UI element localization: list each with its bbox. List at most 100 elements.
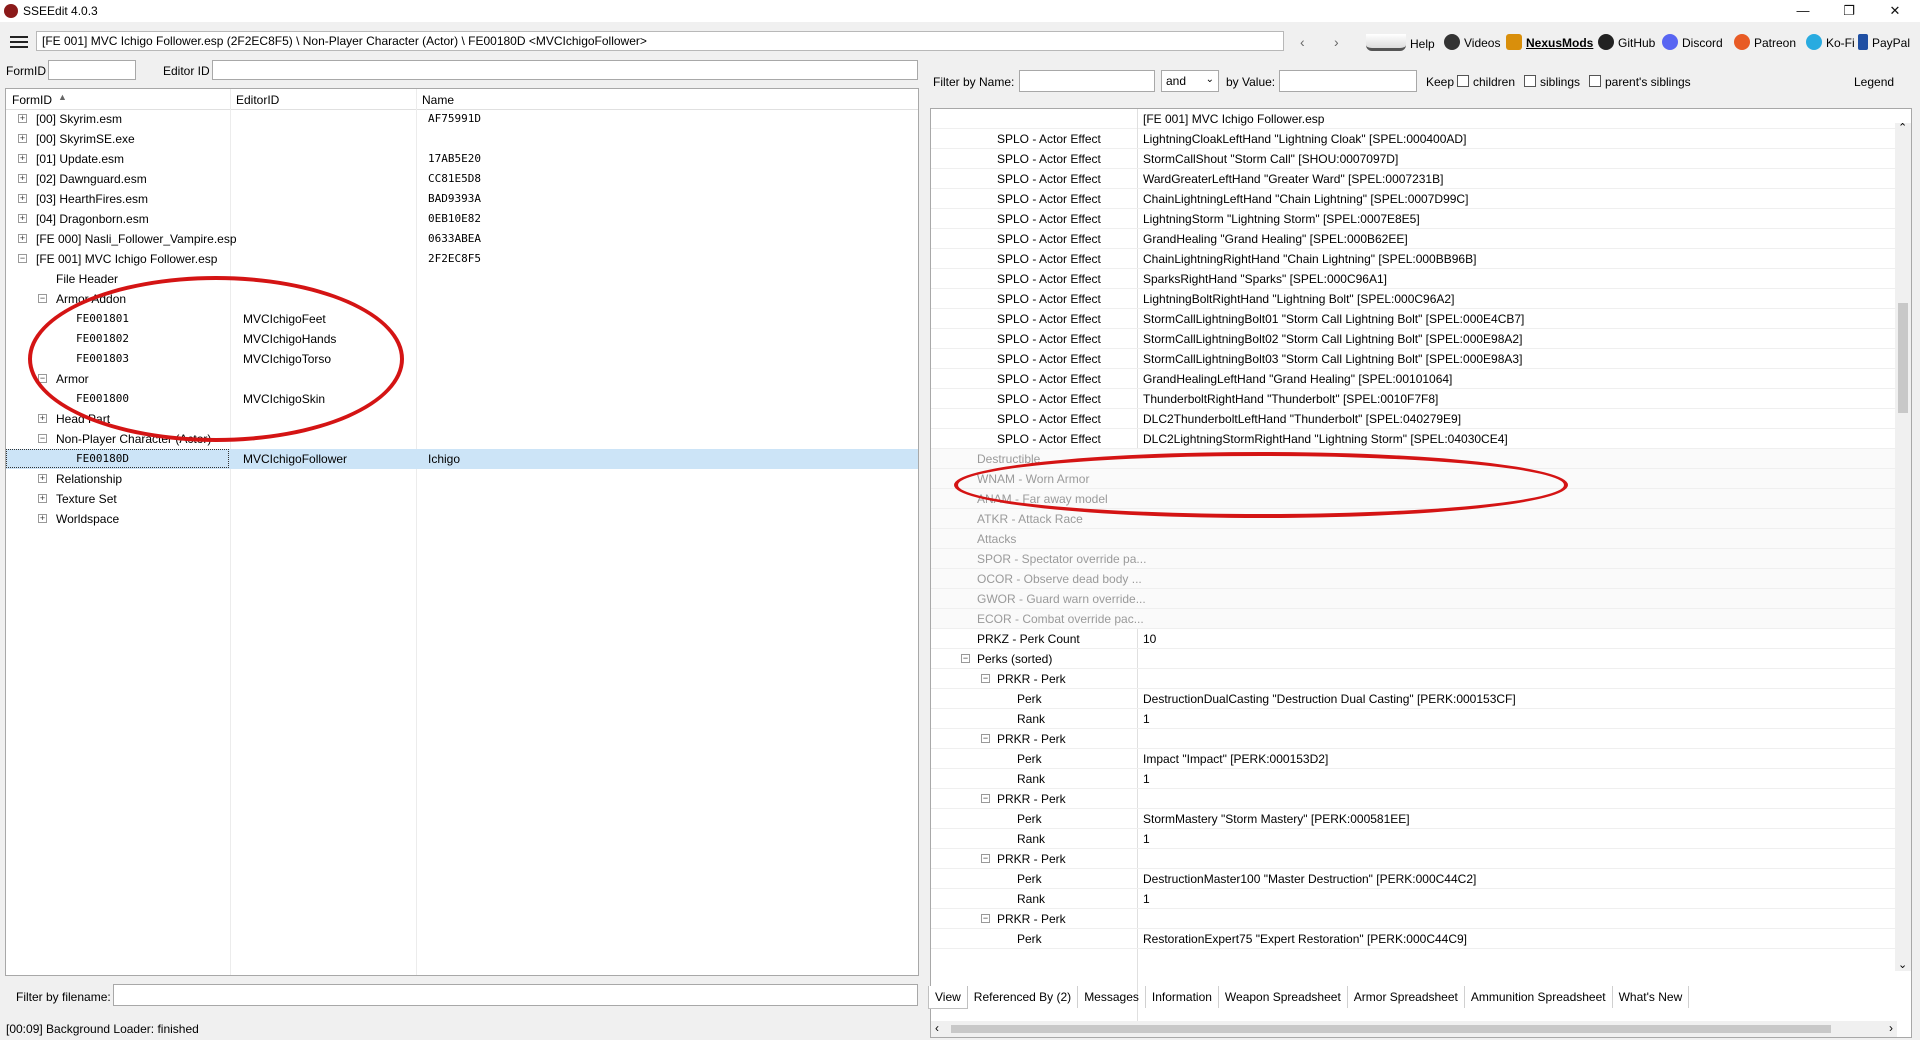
help-link[interactable]: Help bbox=[1366, 34, 1435, 51]
expand-icon[interactable]: + bbox=[18, 154, 27, 163]
element-value[interactable]: ChainLightningRightHand "Chain Lightning… bbox=[1143, 252, 1476, 266]
expand-icon[interactable]: + bbox=[18, 194, 27, 203]
keep-children-checkbox[interactable] bbox=[1457, 75, 1469, 87]
expand-icon[interactable]: + bbox=[18, 174, 27, 183]
expand-icon[interactable]: + bbox=[18, 234, 27, 243]
expand-icon[interactable]: + bbox=[18, 214, 27, 223]
vertical-scrollbar[interactable]: ⌃ ⌄ bbox=[1895, 122, 1911, 971]
grid-row[interactable]: − PRKR - Perk bbox=[931, 789, 1897, 809]
element-value[interactable]: StormCallLightningBolt02 "Storm Call Lig… bbox=[1143, 332, 1522, 346]
grid-row[interactable]: SPLO - Actor Effect LightningBoltRightHan… bbox=[931, 289, 1897, 309]
grid-row[interactable]: Perk RestorationExpert75 "Expert Restorat… bbox=[931, 929, 1897, 949]
element-value[interactable]: StormCallShout "Storm Call" [SHOU:000709… bbox=[1143, 152, 1398, 166]
element-value[interactable]: Impact "Impact" [PERK:000153D2] bbox=[1143, 752, 1328, 766]
element-value[interactable]: LightningStorm "Lightning Storm" [SPEL:0… bbox=[1143, 212, 1420, 226]
grid-row[interactable]: − PRKR - Perk bbox=[931, 849, 1897, 869]
element-value[interactable]: GrandHealingLeftHand "Grand Healing" [SP… bbox=[1143, 372, 1452, 386]
tree-row[interactable]: + Head Part bbox=[6, 409, 918, 429]
filter-filename-input[interactable] bbox=[113, 984, 918, 1006]
grid-row[interactable]: − PRKR - Perk bbox=[931, 729, 1897, 749]
grid-row[interactable]: SPLO - Actor Effect LightningStorm "Light… bbox=[931, 209, 1897, 229]
tree-row[interactable]: FE001803 MVCIchigoTorso bbox=[6, 349, 918, 369]
expand-icon[interactable]: + bbox=[38, 514, 47, 523]
grid-row[interactable]: Destructible bbox=[931, 449, 1897, 469]
grid-row[interactable]: WNAM - Worn Armor bbox=[931, 469, 1897, 489]
editorid-input[interactable] bbox=[212, 60, 918, 80]
collapse-icon[interactable]: − bbox=[981, 674, 990, 683]
grid-row[interactable]: GWOR - Guard warn override... bbox=[931, 589, 1897, 609]
grid-row[interactable]: OCOR - Observe dead body ... bbox=[931, 569, 1897, 589]
maximize-button[interactable]: ❐ bbox=[1826, 0, 1872, 22]
tree-row[interactable]: FE00180D MVCIchigoFollower Ichigo bbox=[6, 449, 918, 469]
collapse-icon[interactable]: − bbox=[981, 734, 990, 743]
scroll-thumb[interactable] bbox=[1898, 303, 1908, 413]
element-value[interactable]: DLC2LightningStormRightHand "Lightning S… bbox=[1143, 432, 1508, 446]
grid-row[interactable]: SPOR - Spectator override pa... bbox=[931, 549, 1897, 569]
element-value[interactable]: GrandHealing "Grand Healing" [SPEL:000B6… bbox=[1143, 232, 1408, 246]
minimize-button[interactable]: — bbox=[1780, 0, 1826, 22]
tree-row[interactable]: + Texture Set bbox=[6, 489, 918, 509]
column-header-name[interactable]: Name bbox=[422, 93, 454, 107]
grid-row[interactable]: SPLO - Actor Effect GrandHealing "Grand H… bbox=[931, 229, 1897, 249]
element-value[interactable]: 1 bbox=[1143, 832, 1150, 846]
grid-row[interactable]: SPLO - Actor Effect ThunderboltRightHand … bbox=[931, 389, 1897, 409]
element-value[interactable]: LightningBoltRightHand "Lightning Bolt" … bbox=[1143, 292, 1454, 306]
keep-parents-siblings-checkbox[interactable] bbox=[1589, 75, 1601, 87]
tree-row[interactable]: + [00] Skyrim.esm AF75991D bbox=[6, 109, 918, 129]
expand-icon[interactable]: + bbox=[38, 494, 47, 503]
grid-row[interactable]: SPLO - Actor Effect SparksRightHand "Spar… bbox=[931, 269, 1897, 289]
record-path-field[interactable]: [FE 001] MVC Ichigo Follower.esp (2F2EC8… bbox=[36, 31, 1284, 51]
element-value[interactable]: DestructionDualCasting "Destruction Dual… bbox=[1143, 692, 1516, 706]
element-value[interactable]: DLC2ThunderboltLeftHand "Thunderbolt" [S… bbox=[1143, 412, 1461, 426]
grid-row[interactable]: SPLO - Actor Effect StormCallLightningBol… bbox=[931, 309, 1897, 329]
grid-row[interactable]: Perk DestructionDualCasting "Destruction … bbox=[931, 689, 1897, 709]
element-value[interactable]: SparksRightHand "Sparks" [SPEL:000C96A1] bbox=[1143, 272, 1387, 286]
element-value[interactable]: LightningCloakLeftHand "Lightning Cloak"… bbox=[1143, 132, 1466, 146]
grid-row[interactable]: Rank 1 bbox=[931, 889, 1897, 909]
grid-row[interactable]: SPLO - Actor Effect StormCallShout "Storm… bbox=[931, 149, 1897, 169]
tree-row[interactable]: − Armor bbox=[6, 369, 918, 389]
paypal-link[interactable]: PayPal bbox=[1858, 34, 1910, 50]
grid-row[interactable]: Perk StormMastery "Storm Mastery" [PERK:0… bbox=[931, 809, 1897, 829]
collapse-icon[interactable]: − bbox=[961, 654, 970, 663]
patreon-link[interactable]: Patreon bbox=[1734, 34, 1796, 50]
collapse-icon[interactable]: − bbox=[38, 294, 47, 303]
back-button[interactable]: ‹ bbox=[1300, 34, 1305, 50]
collapse-icon[interactable]: − bbox=[981, 854, 990, 863]
logic-operator-select[interactable]: and ⌄ bbox=[1161, 70, 1219, 92]
grid-row[interactable]: SPLO - Actor Effect DLC2LightningStormRig… bbox=[931, 429, 1897, 449]
tree-row[interactable]: FE001801 MVCIchigoFeet bbox=[6, 309, 918, 329]
grid-row[interactable]: ANAM - Far away model bbox=[931, 489, 1897, 509]
expand-icon[interactable]: + bbox=[38, 474, 47, 483]
grid-row[interactable]: SPLO - Actor Effect WardGreaterLeftHand "… bbox=[931, 169, 1897, 189]
element-value[interactable]: StormMastery "Storm Mastery" [PERK:00058… bbox=[1143, 812, 1410, 826]
grid-row[interactable]: − PRKR - Perk bbox=[931, 669, 1897, 689]
github-link[interactable]: GitHub bbox=[1598, 34, 1655, 50]
collapse-icon[interactable]: − bbox=[38, 374, 47, 383]
record-tree[interactable]: FormID ▲ EditorID Name + [00] Skyrim.esm A… bbox=[5, 88, 919, 976]
tree-row[interactable]: + Worldspace bbox=[6, 509, 918, 529]
grid-row[interactable]: SPLO - Actor Effect StormCallLightningBol… bbox=[931, 329, 1897, 349]
grid-row[interactable]: SPLO - Actor Effect StormCallLightningBol… bbox=[931, 349, 1897, 369]
tree-row[interactable]: File Header bbox=[6, 269, 918, 289]
tree-row[interactable]: + [01] Update.esm 17AB5E20 bbox=[6, 149, 918, 169]
tab-armor-spreadsheet[interactable]: Armor Spreadsheet bbox=[1348, 986, 1465, 1008]
grid-row[interactable]: Perk Impact "Impact" [PERK:000153D2] bbox=[931, 749, 1897, 769]
element-value[interactable]: StormCallLightningBolt01 "Storm Call Lig… bbox=[1143, 312, 1524, 326]
tree-row[interactable]: + [00] SkyrimSE.exe bbox=[6, 129, 918, 149]
nexusmods-link[interactable]: NexusMods bbox=[1506, 34, 1593, 50]
filter-name-input[interactable] bbox=[1019, 70, 1155, 92]
grid-row[interactable]: Attacks bbox=[931, 529, 1897, 549]
filter-value-input[interactable] bbox=[1279, 70, 1417, 92]
tree-row[interactable]: − [FE 001] MVC Ichigo Follower.esp 2F2EC8F… bbox=[6, 249, 918, 269]
tree-row[interactable]: + Relationship bbox=[6, 469, 918, 489]
tab-weapon-spreadsheet[interactable]: Weapon Spreadsheet bbox=[1219, 986, 1348, 1008]
menu-icon[interactable] bbox=[10, 36, 28, 48]
element-value[interactable]: WardGreaterLeftHand "Greater Ward" [SPEL… bbox=[1143, 172, 1443, 186]
tab-view[interactable]: View bbox=[928, 986, 968, 1009]
grid-row[interactable]: − Perks (sorted) bbox=[931, 649, 1897, 669]
grid-row[interactable]: Rank 1 bbox=[931, 829, 1897, 849]
discord-link[interactable]: Discord bbox=[1662, 34, 1723, 50]
grid-row[interactable]: SPLO - Actor Effect LightningCloakLeftHan… bbox=[931, 129, 1897, 149]
element-value[interactable]: 1 bbox=[1143, 772, 1150, 786]
